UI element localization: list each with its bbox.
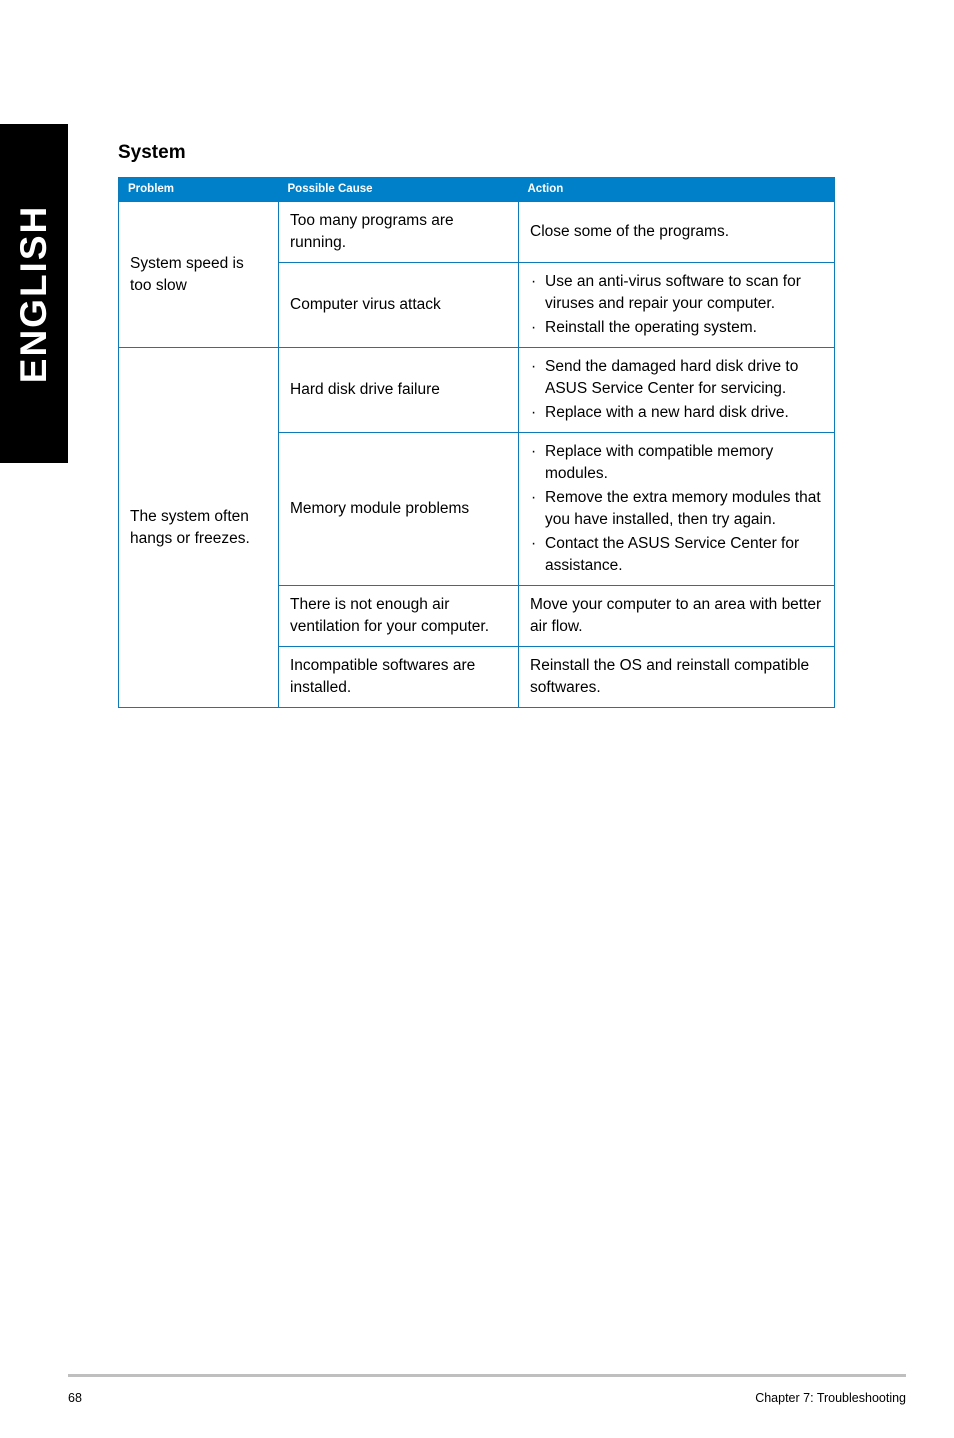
page-footer: 68 Chapter 7: Troubleshooting [68, 1374, 906, 1405]
action-text: Remove the extra memory modules that you… [545, 489, 821, 529]
footer-divider [68, 1374, 906, 1377]
table-row: The system often hangs or freezes. Hard … [118, 347, 835, 709]
problem-cell: The system often hangs or freezes. [118, 347, 279, 709]
bullet-icon: · [531, 273, 537, 291]
cause-cell: There is not enough air ventilation for … [278, 585, 519, 648]
action-cell: Close some of the programs. [518, 201, 835, 264]
action-text: Contact the ASUS Service Center for assi… [545, 535, 800, 575]
action-list: · Replace with compatible memory modules… [530, 441, 824, 577]
bullet-icon: · [531, 319, 537, 337]
action-text: Move your computer to an area with bette… [530, 596, 822, 636]
action-list-item: · Replace with a new hard disk drive. [530, 402, 824, 424]
bullet-icon: · [531, 443, 537, 461]
table-header-row: Problem Possible Cause Action [118, 177, 835, 202]
troubleshooting-table: Problem Possible Cause Action System spe… [118, 177, 835, 709]
action-text: Reinstall the OS and reinstall compatibl… [530, 657, 810, 697]
column-header-possible-cause: Possible Cause [278, 177, 519, 202]
action-list-item: · Send the damaged hard disk drive to AS… [530, 356, 824, 400]
cause-cell: Hard disk drive failure [278, 347, 519, 434]
action-cell: Reinstall the OS and reinstall compatibl… [518, 646, 835, 709]
problem-cell: System speed is too slow [118, 201, 279, 349]
cause-cell: Memory module problems [278, 432, 519, 587]
action-text: Send the damaged hard disk drive to ASUS… [545, 358, 799, 398]
action-list-item: · Replace with compatible memory modules… [530, 441, 824, 485]
language-side-tab-label: ENGLISH [13, 204, 54, 383]
footer-row: 68 Chapter 7: Troubleshooting [68, 1391, 906, 1405]
table-row: System speed is too slow Too many progra… [118, 201, 835, 349]
action-text: Use an anti-virus software to scan for v… [545, 273, 801, 313]
action-cell: Move your computer to an area with bette… [518, 585, 835, 648]
bullet-icon: · [531, 489, 537, 507]
page-content: System Problem Possible Cause Action Sys… [118, 142, 835, 709]
action-text: Replace with compatible memory modules. [545, 443, 774, 483]
column-header-action: Action [518, 177, 835, 202]
action-text: Replace with a new hard disk drive. [545, 404, 789, 422]
action-text: Close some of the programs. [530, 223, 730, 241]
action-list-item: · Contact the ASUS Service Center for as… [530, 533, 824, 577]
action-list: · Use an anti-virus software to scan for… [530, 271, 824, 339]
bullet-icon: · [531, 404, 537, 422]
cause-cell: Incompatible softwares are installed. [278, 646, 519, 709]
chapter-label: Chapter 7: Troubleshooting [755, 1391, 906, 1405]
action-list-item: · Use an anti-virus software to scan for… [530, 271, 824, 315]
action-cell: · Send the damaged hard disk drive to AS… [518, 347, 835, 434]
action-list-item: · Remove the extra memory modules that y… [530, 487, 824, 531]
language-side-tab: ENGLISH [0, 124, 68, 463]
cause-cell: Computer virus attack [278, 262, 519, 349]
action-list-item: · Reinstall the operating system. [530, 317, 824, 339]
table-body: System speed is too slow Too many progra… [118, 201, 835, 709]
column-header-problem: Problem [118, 177, 279, 202]
page-number: 68 [68, 1391, 82, 1405]
section-title: System [118, 142, 186, 163]
bullet-icon: · [531, 535, 537, 553]
cause-cell: Too many programs are running. [278, 201, 519, 264]
bullet-icon: · [531, 358, 537, 376]
action-text: Reinstall the operating system. [545, 319, 757, 337]
action-cell: · Use an anti-virus software to scan for… [518, 262, 835, 349]
action-list: · Send the damaged hard disk drive to AS… [530, 356, 824, 424]
action-cell: · Replace with compatible memory modules… [518, 432, 835, 587]
